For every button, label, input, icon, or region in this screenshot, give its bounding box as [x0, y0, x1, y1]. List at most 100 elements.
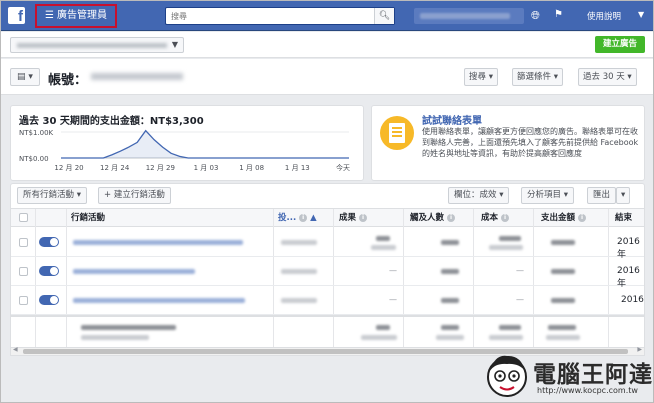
search-box[interactable]: 🔍︎	[165, 7, 395, 25]
x-tick-label: 1 月 03	[194, 164, 219, 172]
spend-blurred	[551, 269, 575, 274]
campaign-name-blurred[interactable]	[73, 269, 195, 274]
spend-blurred	[551, 240, 575, 245]
campaign-table: 行銷活動 投... i ▲ 成果 i 觸及人數 i 成本 i 支出金額 i 結束 2	[10, 208, 645, 348]
cost-blurred	[499, 236, 521, 241]
summary-spend-blurred	[548, 325, 576, 330]
create-campaign-button[interactable]: + 建立行銷活動	[98, 187, 171, 204]
table-row[interactable]: — — 2016	[11, 286, 644, 315]
reach-blurred	[441, 240, 459, 245]
search-icon[interactable]: 🔍︎	[374, 8, 394, 24]
campaign-name-blurred[interactable]	[73, 298, 245, 303]
spend-line	[61, 129, 349, 159]
export-button[interactable]: 匯出	[587, 187, 617, 204]
all-campaigns-dropdown[interactable]: 所有行銷活動 ▾	[17, 187, 87, 204]
x-tick-label: 今天	[336, 163, 350, 172]
ads-manager-window: f ☰廣告管理員 🔍︎ 🌐︎ ⚑ 使用說明 ▼ ▼ 建立廣告 ▤ ▾ 帳號： 搜…	[0, 0, 654, 403]
campaign-toolbar: 所有行銷活動 ▾ + 建立行銷活動 欄位：成效 ▾ 分析項目 ▾ 匯出 ▾	[10, 183, 645, 208]
account-bar: ▼ 建立廣告	[1, 32, 653, 58]
y-tick-label: NT$1.00K	[19, 129, 54, 137]
row-checkbox[interactable]	[19, 267, 28, 276]
row-checkbox[interactable]	[19, 296, 28, 305]
export-options-chevron-icon[interactable]: ▾	[616, 187, 631, 204]
summary-cost-blurred	[499, 325, 521, 330]
table-summary-row	[11, 315, 644, 347]
globe-icon[interactable]: 🌐︎	[531, 9, 540, 23]
campaign-toggle[interactable]	[39, 295, 59, 305]
summary-spend-sub-blurred	[546, 335, 580, 340]
account-selector-blurred-text	[17, 43, 167, 48]
column-header-amount-spent[interactable]: 支出金額 i	[541, 209, 587, 227]
account-profile-button[interactable]	[414, 8, 524, 24]
delivery-blurred	[281, 269, 317, 274]
columns-dropdown[interactable]: 欄位：成效 ▾	[448, 187, 510, 204]
x-tick-label: 12 月 29	[146, 164, 175, 172]
x-tick-label: 12 月 24	[100, 164, 130, 172]
breakdown-dropdown[interactable]: 分析項目 ▾	[521, 187, 574, 204]
column-header-reach[interactable]: 觸及人數 i	[410, 209, 456, 227]
x-tick-label: 1 月 13	[285, 164, 310, 172]
campaign-toggle[interactable]	[39, 266, 59, 276]
lead-form-title[interactable]: 試試聯絡表單	[422, 112, 482, 127]
lead-form-description: 使用聯絡表單，讓顧客更方便回應您的廣告。聯絡表單可在收到聯絡人完善，上面還預先填…	[422, 127, 639, 158]
x-tick-label: 12 月 20	[54, 164, 83, 172]
table-row[interactable]: 2016年	[11, 228, 644, 260]
scroll-left-arrow-icon[interactable]: ◀	[13, 346, 18, 353]
campaign-toggle[interactable]	[39, 237, 59, 247]
reach-blurred	[441, 269, 459, 274]
lead-form-promo-card: 試試聯絡表單 使用聯絡表單，讓顧客更方便回應您的廣告。聯絡表單可在收到聯絡人完善…	[371, 105, 645, 181]
column-header-ends[interactable]: 結束	[615, 209, 632, 227]
view-toggle-button[interactable]: ▤ ▾	[10, 68, 40, 86]
search-input[interactable]	[166, 8, 371, 24]
column-header-results[interactable]: 成果 i	[339, 209, 368, 227]
top-navigation-bar: f ☰廣告管理員 🔍︎ 🌐︎ ⚑ 使用說明 ▼	[1, 1, 653, 31]
y-tick-label: NT$0.00	[19, 155, 49, 163]
results-empty: —	[389, 295, 397, 304]
column-header-campaign[interactable]: 行銷活動	[71, 209, 105, 227]
column-header-delivery[interactable]: 投... i ▲	[278, 209, 317, 227]
form-document-icon	[380, 116, 414, 150]
flag-icon[interactable]: ⚑	[554, 9, 563, 20]
facebook-logo-icon[interactable]: f	[8, 7, 25, 24]
summary-label-blurred	[81, 325, 176, 330]
cost-empty: —	[516, 266, 524, 275]
account-selector[interactable]: ▼	[10, 37, 184, 53]
summary-sub-blurred	[81, 335, 149, 340]
date-range-button[interactable]: 過去 30 天 ▾	[578, 68, 637, 86]
select-all-checkbox[interactable]	[19, 213, 28, 222]
hamburger-icon: ☰	[45, 10, 54, 21]
results-empty: —	[389, 266, 397, 275]
ads-manager-menu-button[interactable]: ☰ 廣告管理員	[35, 4, 117, 28]
summary-reach-sub-blurred	[436, 335, 464, 340]
help-link[interactable]: 使用說明	[587, 10, 621, 22]
watermark-mascot-icon	[487, 355, 527, 397]
delivery-blurred	[281, 298, 317, 303]
watermark-url: http://www.kocpc.com.tw	[537, 386, 638, 395]
spend-blurred	[551, 298, 575, 303]
watermark: 電腦王阿達 http://www.kocpc.com.tw	[479, 351, 653, 402]
spend-title: 過去 30 天期間的支出金額：NT$3,300	[19, 116, 204, 127]
reach-blurred	[441, 298, 459, 303]
account-label: 帳號：	[48, 73, 88, 88]
cost-sub-blurred	[489, 245, 523, 250]
results-sub-blurred	[371, 245, 396, 250]
table-row[interactable]: — — 2016年	[11, 257, 644, 289]
account-title-row: ▤ ▾ 帳號： 搜尋 ▾ 篩選條件 ▾ 過去 30 天 ▾	[1, 59, 653, 95]
spend-summary-card: NT$1.00K NT$0.00 12 月 20 12 月 24 12 月 29 1 月 …	[10, 105, 364, 181]
column-header-cost[interactable]: 成本 i	[481, 209, 510, 227]
chevron-down-icon: ▼	[171, 40, 178, 49]
search-button[interactable]: 搜尋 ▾	[464, 68, 498, 86]
row-checkbox[interactable]	[19, 238, 28, 247]
create-ad-button[interactable]: 建立廣告	[595, 36, 645, 53]
results-blurred	[376, 236, 390, 241]
chevron-down-icon[interactable]: ▼	[638, 10, 644, 19]
summary-cost-sub-blurred	[489, 335, 523, 340]
watermark-brand: 電腦王阿達	[533, 362, 653, 388]
end-date: 2016	[621, 295, 644, 305]
campaign-name-blurred[interactable]	[73, 240, 243, 245]
menu-label: 廣告管理員	[57, 10, 107, 21]
summary-results-blurred	[376, 325, 390, 330]
spend-area	[61, 130, 349, 158]
x-tick-label: 1 月 08	[239, 164, 264, 172]
filter-button[interactable]: 篩選條件 ▾	[512, 68, 563, 86]
